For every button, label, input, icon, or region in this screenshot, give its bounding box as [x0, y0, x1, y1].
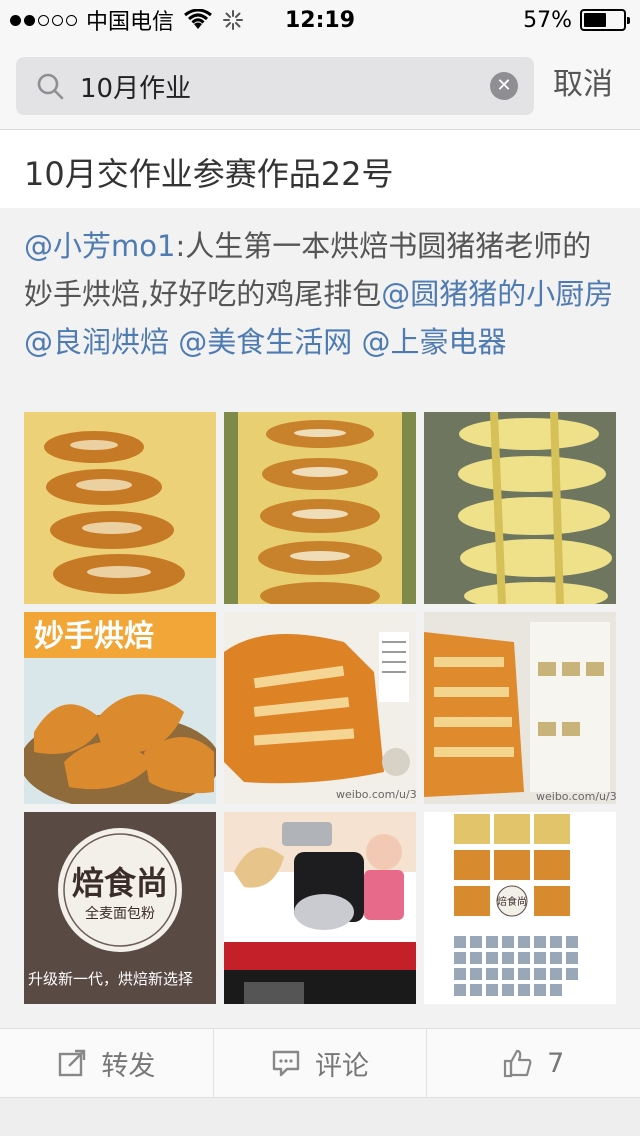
- book-cover-title: 妙手烘焙: [34, 619, 154, 654]
- post-text: @小芳mo1:人生第一本烘焙书圆猪猪老师的妙手烘焙,好好吃的鸡尾排包@圆猪猪的小…: [24, 222, 620, 366]
- comment-label: 评论: [315, 1050, 369, 1082]
- mention-link-4[interactable]: @上豪电器: [361, 325, 506, 359]
- collage-photo[interactable]: 焙食尚: [424, 812, 616, 1004]
- wifi-icon: [184, 9, 212, 29]
- bread-photo-2[interactable]: [224, 412, 416, 604]
- flour-ad-caption: 升级新一代，烘焙新选择: [28, 970, 193, 988]
- post-body: @小芳mo1:人生第一本烘焙书圆猪猪老师的妙手烘焙,好好吃的鸡尾排包@圆猪猪的小…: [0, 208, 640, 1028]
- like-count: 7: [547, 1047, 565, 1079]
- mixer-ad-photo[interactable]: [224, 812, 416, 1004]
- comment-icon: [272, 1050, 300, 1077]
- flour-logo-text: 焙食尚: [72, 864, 168, 902]
- search-input[interactable]: [80, 71, 470, 101]
- bread-photo-1[interactable]: [24, 412, 216, 604]
- mention-link-2[interactable]: @良润烘焙: [24, 325, 169, 359]
- bottom-strip: [0, 1098, 640, 1136]
- battery-percent: 57%: [523, 7, 572, 33]
- activity-spinner-icon: [223, 10, 244, 30]
- flour-logo-subtitle: 全麦面包粉: [85, 905, 155, 922]
- flour-ad-photo[interactable]: 焙食尚 全麦面包粉 升级新一代，烘焙新选择: [24, 812, 216, 1004]
- mention-link-1[interactable]: @圆猪猪的小厨房: [381, 277, 613, 311]
- comment-button[interactable]: 评论: [212, 1029, 427, 1097]
- battery-icon: [580, 9, 630, 31]
- post-title[interactable]: 10月交作业参赛作品22号: [0, 136, 640, 208]
- collage-logo-text: 焙食尚: [497, 895, 527, 908]
- watermark-text: weibo.com/u/38: [336, 788, 416, 801]
- author-mention-link[interactable]: @小芳mo1: [24, 229, 175, 263]
- search-header: ✕ 取消: [0, 40, 640, 130]
- thumbs-up-icon: [503, 1049, 532, 1078]
- image-grid: 妙手烘焙 weibo.com/u/38 weibo.com/u/38 焙食尚 全…: [24, 412, 616, 1004]
- book-cover-photo[interactable]: 妙手烘焙: [24, 612, 216, 804]
- search-icon: [37, 73, 64, 100]
- cancel-button[interactable]: 取消: [553, 60, 613, 110]
- clear-search-icon[interactable]: ✕: [490, 72, 518, 100]
- repost-button[interactable]: 转发: [0, 1029, 213, 1097]
- status-bar: 中国电信 12:19 57%: [0, 0, 640, 40]
- like-button[interactable]: 7: [426, 1029, 640, 1097]
- signal-strength-icon: [10, 14, 80, 26]
- search-box[interactable]: ✕: [16, 57, 534, 115]
- action-bar: 转发 评论 7: [0, 1028, 640, 1098]
- battery-level-fill: [584, 13, 606, 27]
- book-page-photo-2[interactable]: weibo.com/u/38: [424, 612, 616, 804]
- watermark-text: weibo.com/u/38: [536, 790, 616, 803]
- bread-photo-3[interactable]: [424, 412, 616, 604]
- book-page-photo-1[interactable]: weibo.com/u/38: [224, 612, 416, 804]
- repost-icon: [59, 1049, 86, 1077]
- mention-link-3[interactable]: @美食生活网: [178, 325, 352, 359]
- carrier-name: 中国电信: [86, 10, 175, 35]
- repost-label: 转发: [101, 1050, 156, 1082]
